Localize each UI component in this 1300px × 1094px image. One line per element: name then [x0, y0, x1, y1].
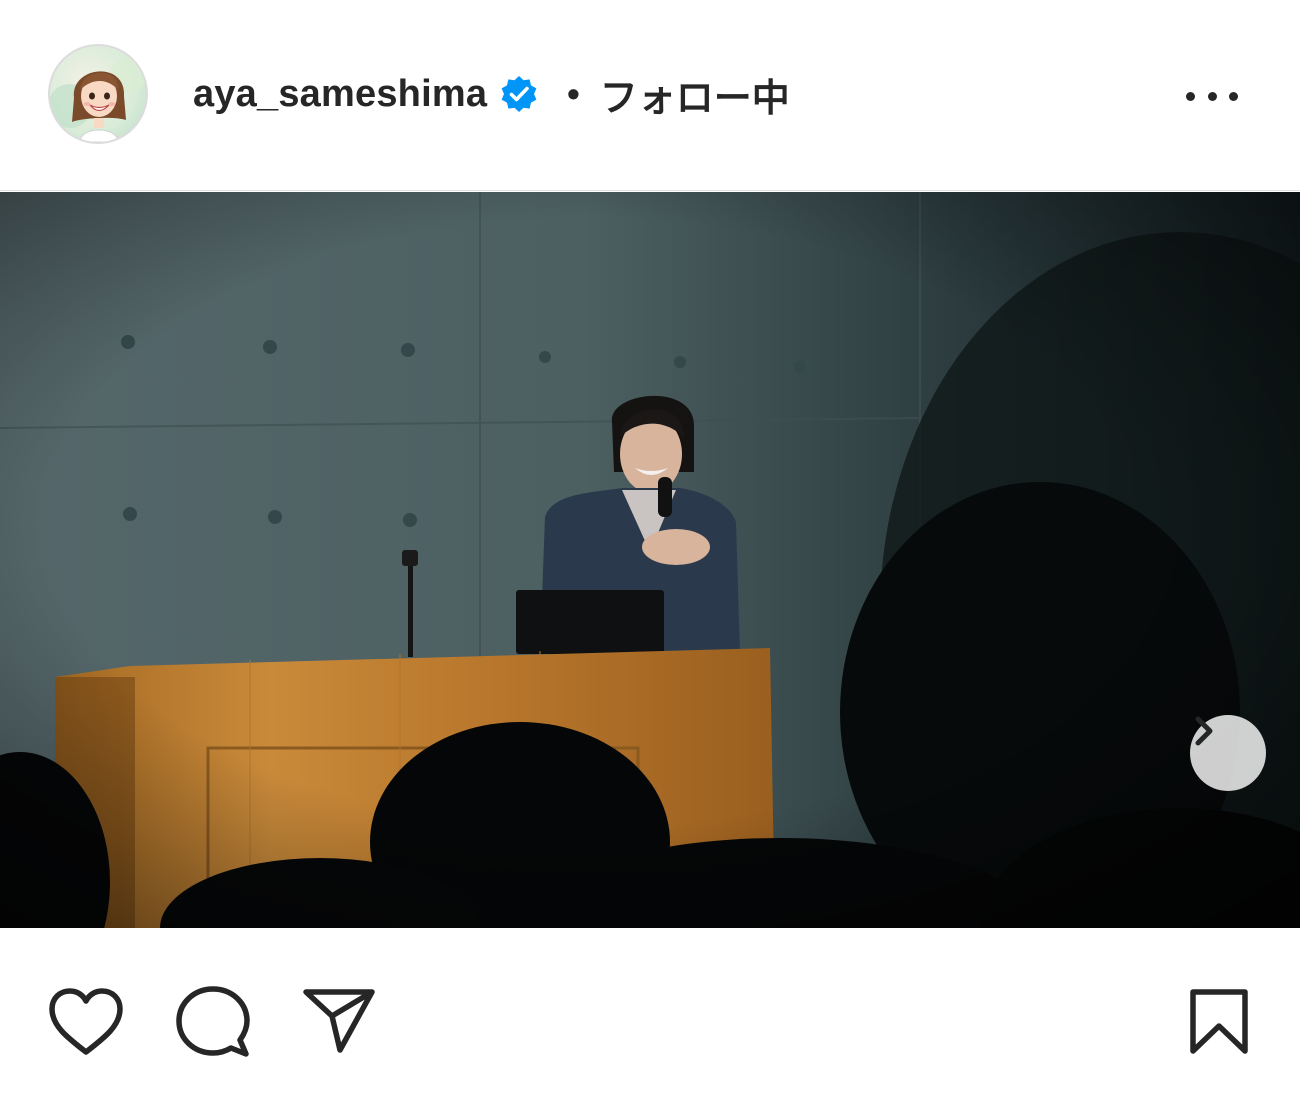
bookmark-icon[interactable] [1188, 988, 1250, 1056]
comment-icon[interactable] [176, 986, 250, 1060]
chevron-right-icon [1195, 716, 1213, 746]
more-dot [1207, 91, 1217, 101]
post-actions [0, 930, 1300, 1094]
heart-icon[interactable] [48, 988, 124, 1056]
more-options-icon[interactable] [1186, 82, 1238, 110]
post-media[interactable] [0, 192, 1300, 928]
avatar-illustration [50, 58, 146, 142]
avatar[interactable] [48, 44, 148, 144]
more-dot [1186, 91, 1195, 101]
more-dot [1229, 91, 1238, 101]
separator-dot: • [567, 73, 580, 114]
post-header: aya_sameshima • フォロー中 [0, 0, 1300, 191]
paper-plane-icon[interactable] [302, 988, 376, 1054]
verified-badge-icon [501, 76, 537, 112]
video-frame [0, 192, 1300, 928]
username-row: aya_sameshima • フォロー中 [193, 68, 790, 120]
following-button[interactable]: フォロー中 [600, 67, 790, 122]
username-link[interactable]: aya_sameshima [193, 73, 487, 116]
instagram-post: aya_sameshima • フォロー中 [0, 0, 1300, 1094]
next-slide-button[interactable] [1190, 715, 1266, 791]
